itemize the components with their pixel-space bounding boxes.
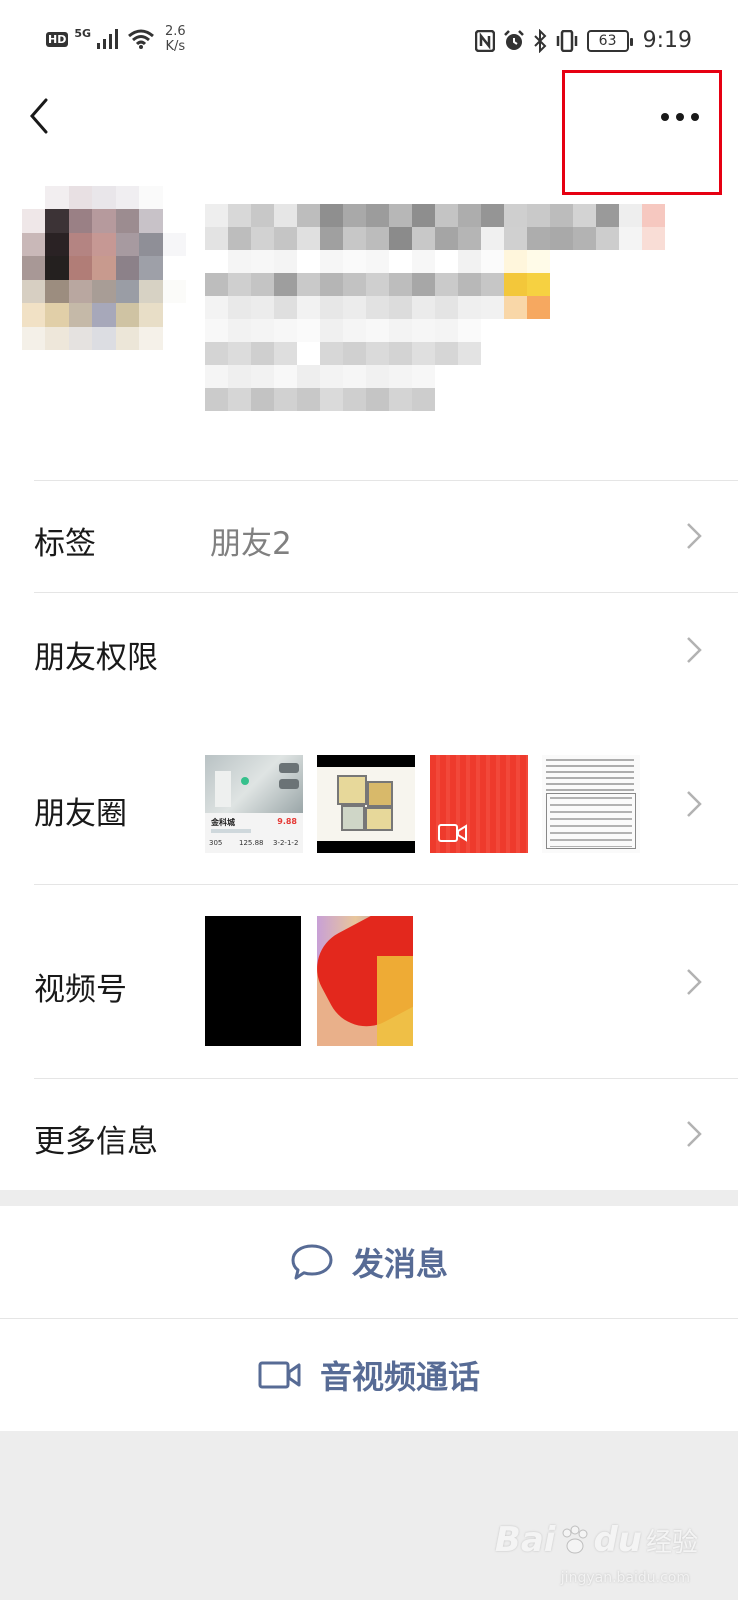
- watermark-suffix: 经验: [645, 1527, 698, 1558]
- thumb-title: 金科城: [211, 818, 235, 827]
- channels-label: 视频号: [34, 972, 127, 1008]
- avatar[interactable]: [22, 186, 186, 350]
- moments-row[interactable]: 朋友圈 金科城 9.88 305 125.88 3-2-1-2: [0, 722, 738, 884]
- clock: 9:19: [642, 28, 692, 53]
- profile-info-obscured: [205, 204, 705, 424]
- moments-thumb-floorplan: [317, 755, 415, 853]
- chevron-right-icon: [687, 969, 702, 995]
- moments-thumb-video: [430, 755, 528, 853]
- hd-badge: HD: [46, 31, 69, 47]
- more-dots-icon: [661, 113, 699, 121]
- baidu-watermark: Bai du 经验: [495, 1520, 698, 1560]
- channels-row[interactable]: 视频号: [0, 884, 738, 1078]
- nfc-icon: [474, 29, 495, 52]
- net-speed: 2.6 K/s: [165, 24, 186, 54]
- friend-permission-row[interactable]: 朋友权限: [0, 592, 738, 706]
- watermark-brand-2: du: [593, 1520, 642, 1560]
- paw-icon: [562, 1525, 588, 1554]
- bluetooth-icon: [533, 28, 547, 53]
- av-call-button[interactable]: 音视频通话: [0, 1319, 738, 1431]
- divider: [34, 884, 738, 885]
- send-message-label: 发消息: [351, 1245, 448, 1283]
- chevron-right-icon: [687, 1121, 702, 1147]
- status-right: 63 9:19: [474, 28, 692, 53]
- divider: [34, 1078, 738, 1079]
- chevron-left-icon: [30, 98, 48, 134]
- send-message-button[interactable]: 发消息: [0, 1206, 738, 1318]
- chat-bubble-icon: [291, 1244, 333, 1280]
- moments-label: 朋友圈: [34, 796, 127, 832]
- more-options-button[interactable]: [562, 70, 722, 195]
- status-bar: HD 5G 2.6 K/s 63 9:19: [0, 0, 738, 80]
- tag-row[interactable]: 标签 朋友2: [0, 480, 738, 592]
- channels-thumb-1: [205, 916, 301, 1046]
- divider: [34, 592, 738, 593]
- thumb-stat-1: 305: [209, 839, 223, 847]
- thumb-price: 9.88: [277, 817, 297, 826]
- moments-thumb-article: [542, 755, 640, 853]
- video-call-icon: [258, 1361, 301, 1389]
- net-speed-unit: K/s: [165, 39, 186, 54]
- battery-indicator: 63: [586, 29, 633, 52]
- chevron-right-icon: [687, 523, 702, 549]
- chevron-right-icon: [687, 637, 702, 663]
- network-type: 5G: [74, 26, 92, 40]
- tag-value: 朋友2: [210, 526, 292, 562]
- chevron-right-icon: [687, 791, 702, 817]
- av-call-label: 音视频通话: [319, 1358, 480, 1396]
- contact-profile-page: HD 5G 2.6 K/s 63 9:19 标签 朋友2 朋友权限 朋友圈 金科…: [0, 0, 738, 1600]
- signal-icon: [97, 29, 119, 49]
- more-info-row[interactable]: 更多信息: [0, 1078, 738, 1190]
- watermark-brand: Bai: [494, 1520, 556, 1560]
- moments-thumb-app-screenshot: 金科城 9.88 305 125.88 3-2-1-2: [205, 755, 303, 853]
- net-speed-value: 2.6: [165, 24, 186, 39]
- video-camera-icon: [438, 824, 467, 842]
- channels-thumb-2: [317, 916, 413, 1046]
- avatar-image: [22, 186, 186, 350]
- wifi-icon: [128, 29, 154, 49]
- back-button[interactable]: [22, 94, 62, 140]
- vibrate-icon: [556, 29, 577, 52]
- thumb-stat-2: 125.88: [239, 839, 264, 847]
- divider: [34, 480, 738, 481]
- friend-permission-label: 朋友权限: [34, 640, 158, 676]
- tag-label: 标签: [34, 526, 96, 562]
- watermark-url: jingyan.baidu.com: [560, 1570, 690, 1586]
- more-info-label: 更多信息: [34, 1124, 158, 1160]
- alarm-icon: [503, 29, 524, 50]
- status-left: HD 5G 2.6 K/s: [46, 24, 186, 54]
- thumb-stat-3: 3-2-1-2: [273, 839, 299, 847]
